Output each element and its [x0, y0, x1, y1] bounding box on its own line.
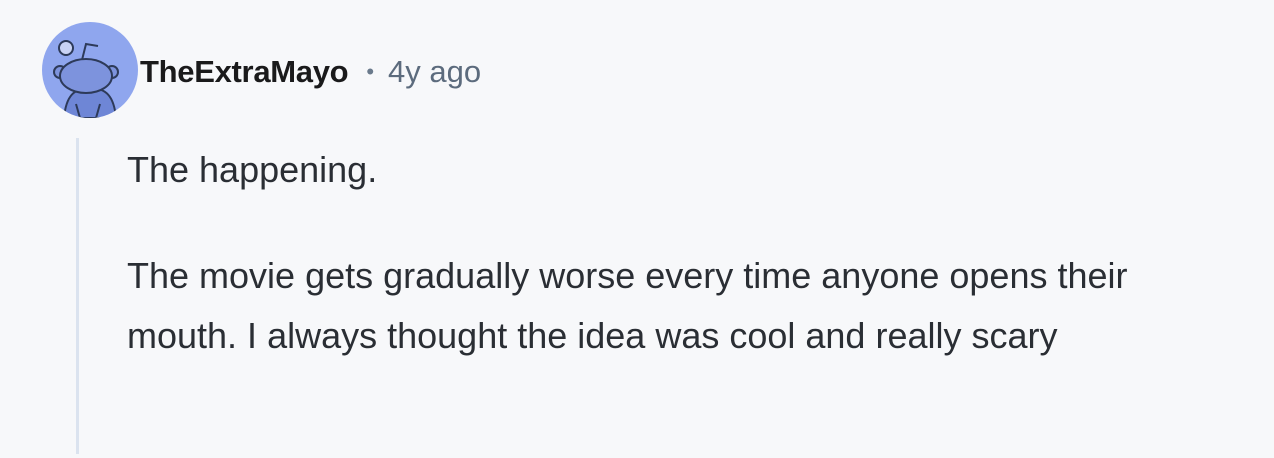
thread-collapse-line[interactable]	[76, 138, 79, 454]
separator-dot: •	[366, 59, 375, 84]
user-avatar[interactable]	[42, 22, 138, 118]
comment-body: The happening. The movie gets gradually …	[127, 140, 1247, 366]
comment-paragraph: The movie gets gradually worse every tim…	[127, 255, 1128, 356]
comment-paragraph: The happening.	[127, 149, 378, 190]
comment-timestamp[interactable]: 4y ago	[388, 54, 481, 90]
snoo-avatar-icon	[53, 40, 119, 118]
comment: TheExtraMayo • 4y ago The happening. The…	[0, 0, 1274, 458]
comment-header: TheExtraMayo • 4y ago	[140, 50, 481, 94]
username-link[interactable]: TheExtraMayo	[140, 54, 349, 90]
